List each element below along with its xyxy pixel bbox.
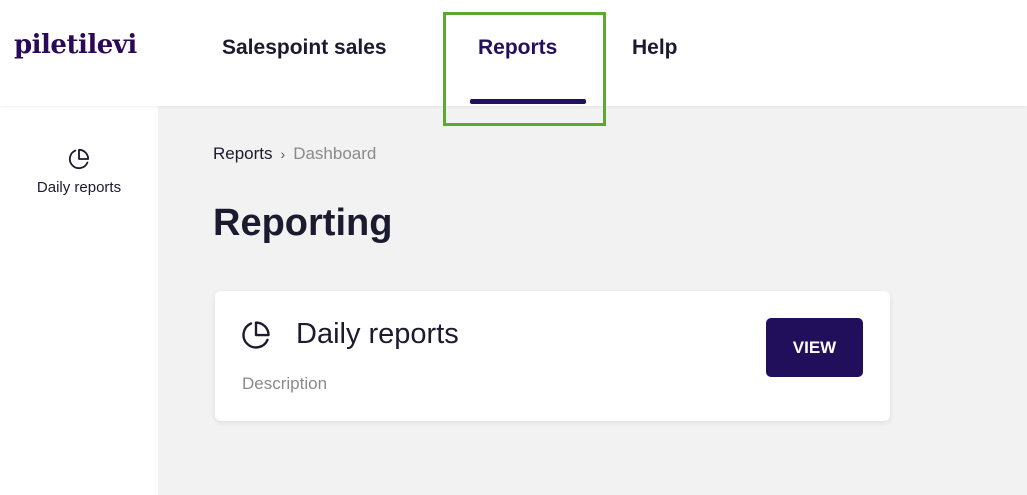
report-card-daily-reports: Daily reports Description VIEW [215,291,890,421]
brand-logo[interactable]: piletilevi [14,30,137,60]
nav-item-reports[interactable]: Reports [478,36,557,60]
active-nav-indicator [470,99,586,104]
sidebar: Daily reports [0,106,158,495]
card-title: Daily reports [296,318,459,350]
pie-chart-icon [241,320,271,355]
page-title: Reporting [213,202,393,244]
sidebar-item-label: Daily reports [36,179,122,196]
breadcrumb-link-reports[interactable]: Reports [213,144,273,163]
breadcrumb-separator-icon: › [280,146,286,162]
breadcrumb: Reports › Dashboard [213,144,376,164]
breadcrumb-current-dashboard: Dashboard [293,144,377,163]
app-root: piletilevi Salespoint sales Reports Help… [0,0,1027,495]
top-navigation-bar: piletilevi Salespoint sales Reports Help [0,0,1027,106]
nav-item-help[interactable]: Help [632,36,678,60]
card-description: Description [242,374,328,393]
pie-chart-icon [0,148,158,170]
nav-item-salespoint-sales[interactable]: Salespoint sales [222,36,387,60]
sidebar-item-daily-reports[interactable]: Daily reports [0,148,158,196]
view-button[interactable]: VIEW [766,318,863,377]
